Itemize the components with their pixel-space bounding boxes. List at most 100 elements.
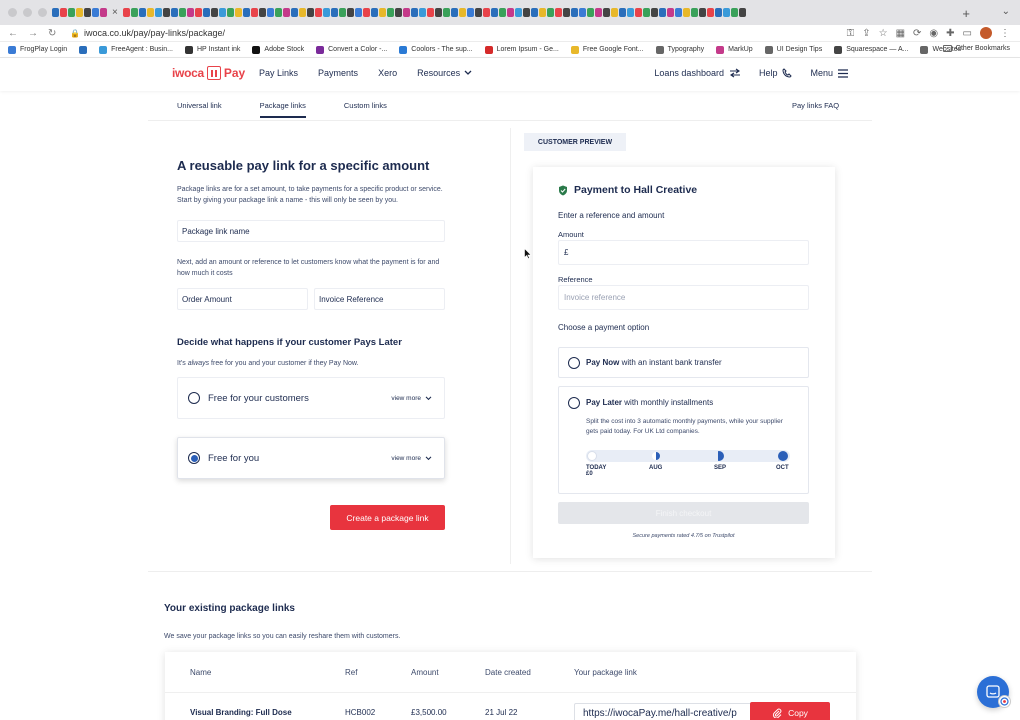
nav-resources[interactable]: Resources (417, 68, 472, 78)
tab-favicon[interactable] (322, 8, 330, 17)
tab-favicon[interactable] (234, 8, 242, 17)
help-link[interactable]: Help (759, 68, 793, 78)
bookmark-item[interactable]: Free Google Font... (570, 45, 644, 54)
reload-icon[interactable]: ↻ (48, 28, 56, 39)
bookmark-item[interactable] (79, 45, 88, 54)
apps-grid-icon[interactable]: ▦ (896, 28, 905, 39)
tab-favicon[interactable] (346, 8, 354, 17)
tab-favicon[interactable] (730, 8, 738, 17)
tab-favicon[interactable] (394, 8, 402, 17)
tab-favicon[interactable] (52, 8, 59, 17)
tab-favicon[interactable] (658, 8, 666, 17)
tab-favicon[interactable] (410, 8, 418, 17)
tab-favicon[interactable] (418, 8, 426, 17)
loans-dashboard-link[interactable]: Loans dashboard (654, 68, 741, 78)
tab-favicon[interactable] (354, 8, 362, 17)
radio-button[interactable] (568, 397, 580, 409)
pay-links-faq-link[interactable]: Pay links FAQ (792, 101, 839, 110)
back-icon[interactable]: ← (8, 28, 18, 39)
url-field[interactable]: 🔒 iwoca.co.uk/pay/pay-links/package/ (70, 28, 225, 38)
tab-favicon[interactable] (146, 8, 154, 17)
iwoca-pay-logo[interactable]: iwoca Pay (172, 66, 245, 80)
tab-favicon[interactable] (210, 8, 218, 17)
tab-favicon[interactable] (674, 8, 682, 17)
sidebar-icon[interactable]: ▭ (963, 28, 972, 39)
lock-icon[interactable]: 🔒 (70, 29, 80, 38)
new-tab-button[interactable]: + (962, 6, 970, 21)
tab-favicon[interactable] (690, 8, 698, 17)
star-icon[interactable]: ☆ (879, 28, 888, 39)
tab-favicon[interactable] (610, 8, 618, 17)
tab-favicon[interactable] (258, 8, 266, 17)
copy-link-button[interactable]: Copy (750, 702, 830, 720)
bookmark-item[interactable]: Convert a Color -... (316, 45, 387, 54)
tab-favicon[interactable] (514, 8, 522, 17)
menu-button[interactable]: Menu (810, 68, 848, 78)
tab-favicon[interactable] (626, 8, 634, 17)
bookmark-item[interactable]: FreeAgent : Busin... (99, 45, 173, 54)
tab-favicon[interactable] (306, 8, 314, 17)
tab-favicon[interactable] (290, 8, 298, 17)
tab-favicon[interactable] (466, 8, 474, 17)
share-icon[interactable]: ⇪ (862, 28, 870, 39)
tab-favicon[interactable] (186, 8, 194, 17)
close-window-icon[interactable] (8, 8, 17, 17)
tab-favicon[interactable] (642, 8, 650, 17)
tab-favicon[interactable] (402, 8, 410, 17)
tab-favicon[interactable] (370, 8, 378, 17)
tab-favicon[interactable] (538, 8, 546, 17)
tab-favicon[interactable] (618, 8, 626, 17)
nav-xero[interactable]: Xero (378, 68, 397, 78)
invoice-reference-field[interactable]: Invoice Reference (314, 288, 445, 310)
tab-favicon[interactable] (434, 8, 442, 17)
bookmark-item[interactable]: Typography (655, 45, 704, 54)
tab-favicon[interactable] (578, 8, 586, 17)
bookmark-item[interactable]: Squarespace — A... (834, 45, 908, 54)
finish-checkout-button[interactable]: Finish checkout (558, 502, 809, 524)
tab-favicon[interactable] (330, 8, 338, 17)
bookmark-item[interactable]: Lorem Ipsum - Ge... (484, 45, 559, 54)
tab-favicon[interactable] (450, 8, 458, 17)
more-menu-icon[interactable]: ⋮ (1000, 28, 1010, 39)
forward-icon[interactable]: → (28, 28, 38, 39)
tab-package-links[interactable]: Package links (259, 101, 306, 118)
recording-badge-icon[interactable] (998, 695, 1011, 708)
tab-favicon[interactable] (130, 8, 138, 17)
view-more-toggle[interactable]: view more (391, 395, 432, 402)
tab-favicon[interactable] (100, 8, 107, 17)
tab-favicon[interactable] (250, 8, 258, 17)
key-icon[interactable]: ⚿ (847, 28, 855, 39)
option-free-for-you[interactable]: Free for you view more (177, 437, 445, 479)
preview-reference-field[interactable]: Invoice reference (558, 285, 809, 310)
tab-favicon[interactable] (68, 8, 75, 17)
tab-favicon[interactable] (650, 8, 658, 17)
tab-favicon[interactable] (194, 8, 202, 17)
tab-favicon[interactable] (162, 8, 170, 17)
radio-button[interactable] (188, 392, 200, 404)
tab-favicon[interactable] (442, 8, 450, 17)
tab-favicon[interactable] (218, 8, 226, 17)
tab-favicon[interactable] (362, 8, 370, 17)
view-more-toggle[interactable]: view more (391, 455, 432, 462)
bookmark-item[interactable]: HP Instant ink (184, 45, 240, 54)
preview-amount-field[interactable]: £ (558, 240, 809, 265)
tab-favicon[interactable] (682, 8, 690, 17)
tab-favicon[interactable] (314, 8, 322, 17)
minimize-window-icon[interactable] (23, 8, 32, 17)
bookmark-item[interactable]: UI Design Tips (764, 45, 822, 54)
tab-favicon[interactable] (92, 8, 99, 17)
tab-favicon[interactable] (706, 8, 714, 17)
tab-favicon[interactable] (338, 8, 346, 17)
tab-favicon[interactable] (498, 8, 506, 17)
tab-custom-links[interactable]: Custom links (344, 101, 387, 118)
maximize-window-icon[interactable] (38, 8, 47, 17)
bookmark-item[interactable]: FrogPlay Login (8, 45, 67, 54)
camera-icon[interactable]: ◉ (929, 28, 938, 39)
tab-favicon[interactable] (602, 8, 610, 17)
nav-pay-links[interactable]: Pay Links (259, 68, 298, 78)
tab-favicon[interactable] (738, 8, 746, 17)
package-link-name-field[interactable]: Package link name (177, 220, 445, 242)
radio-button[interactable] (568, 357, 580, 369)
tab-favicon[interactable] (170, 8, 178, 17)
tab-close-icon[interactable]: × (112, 7, 118, 18)
